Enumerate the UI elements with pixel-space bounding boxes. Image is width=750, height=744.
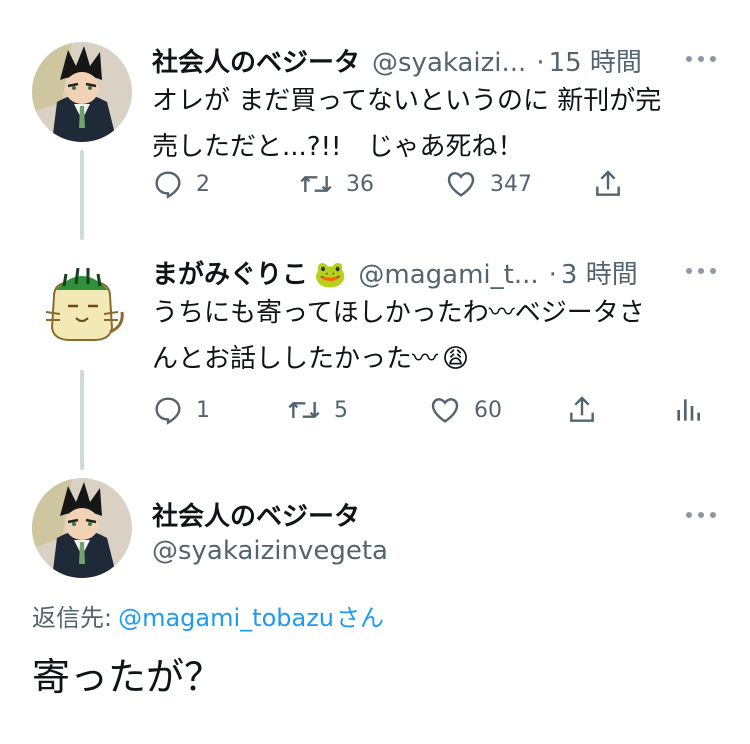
user-handle[interactable]: @syakaizi... (372, 48, 526, 78)
share-icon (596, 170, 620, 196)
tweet-text-line: うちにも寄ってほしかったわ〰ベジータさ (152, 298, 645, 328)
reply-icon (155, 397, 181, 425)
reply-to-label: 返信先: (32, 604, 113, 632)
separator-dot: · (536, 48, 545, 78)
tweet-text-segment: んとお話ししたかった〰 (152, 344, 439, 374)
tweet-header: 社会人のベジータ @syakaizi... · 15 時間 (152, 42, 642, 79)
weary-face-emoji: 😩 (442, 344, 470, 374)
retweet-icon (300, 176, 332, 192)
reply-count: 2 (196, 171, 210, 197)
like-icon (447, 172, 475, 197)
timestamp[interactable]: 3 時間 (561, 254, 638, 291)
more-icon[interactable] (686, 56, 716, 64)
separator-dot: · (548, 260, 557, 290)
retweet-count: 5 (334, 397, 348, 423)
timestamp[interactable]: 15 時間 (549, 42, 642, 79)
like-button[interactable]: 347 (444, 168, 532, 200)
tweet-text: オレが まだ買ってないというのに 新刊が完 売しただと...?!! じゃあ死ね！ (152, 78, 661, 170)
share-button[interactable] (566, 394, 598, 426)
main-tweet-text: 寄ったが？ (32, 655, 223, 699)
retweet-button[interactable]: 5 (286, 394, 348, 426)
retweet-count: 36 (346, 171, 374, 197)
analytics-button[interactable] (672, 394, 704, 426)
display-name[interactable]: 社会人のベジータ (152, 496, 360, 533)
reply-button[interactable]: 1 (152, 394, 210, 426)
reply-to-mention[interactable]: @magami_tobazu (118, 604, 334, 632)
avatar[interactable] (32, 42, 132, 142)
main-tweet-handle: @syakaizinvegeta (152, 536, 388, 566)
tweet-header: まがみぐりこ 🐸 @magami_t... · 3 時間 (152, 254, 638, 291)
user-handle[interactable]: @magami_t... (358, 260, 538, 290)
retweet-icon (288, 402, 320, 418)
share-button[interactable] (592, 168, 624, 200)
thread-line (80, 370, 84, 470)
tweet-text-line: 売しただと...?!! じゃあ死ね！ (152, 132, 524, 162)
retweet-button[interactable]: 36 (298, 168, 374, 200)
like-icon (431, 398, 459, 423)
tweet-text-line: オレが まだ買ってないというのに 新刊が完 (152, 86, 662, 116)
more-icon[interactable] (686, 268, 716, 276)
share-icon (570, 396, 594, 422)
thread-line (80, 150, 84, 240)
tweet-text-line: んとお話ししたかった〰 😩 (152, 336, 645, 382)
reply-to-line: 返信先: @magami_tobazuさん (32, 598, 384, 633)
main-tweet-name: 社会人のベジータ (152, 496, 360, 533)
like-count: 347 (490, 171, 532, 197)
display-name[interactable]: まがみぐりこ (152, 254, 308, 291)
reply-to-suffix: さん (336, 604, 385, 632)
more-icon[interactable] (686, 512, 716, 520)
like-count: 60 (474, 397, 502, 423)
reply-count: 1 (196, 397, 210, 423)
avatar[interactable] (32, 478, 132, 578)
frog-emoji: 🐸 (314, 260, 347, 290)
display-name[interactable]: 社会人のベジータ (152, 42, 360, 79)
user-handle[interactable]: @syakaizinvegeta (152, 536, 388, 566)
reply-icon (155, 171, 181, 199)
analytics-icon (677, 399, 700, 421)
tweet-text: うちにも寄ってほしかったわ〰ベジータさ んとお話ししたかった〰 😩 (152, 290, 645, 382)
reply-button[interactable]: 2 (152, 168, 210, 200)
like-button[interactable]: 60 (428, 394, 502, 426)
avatar[interactable] (32, 256, 132, 356)
